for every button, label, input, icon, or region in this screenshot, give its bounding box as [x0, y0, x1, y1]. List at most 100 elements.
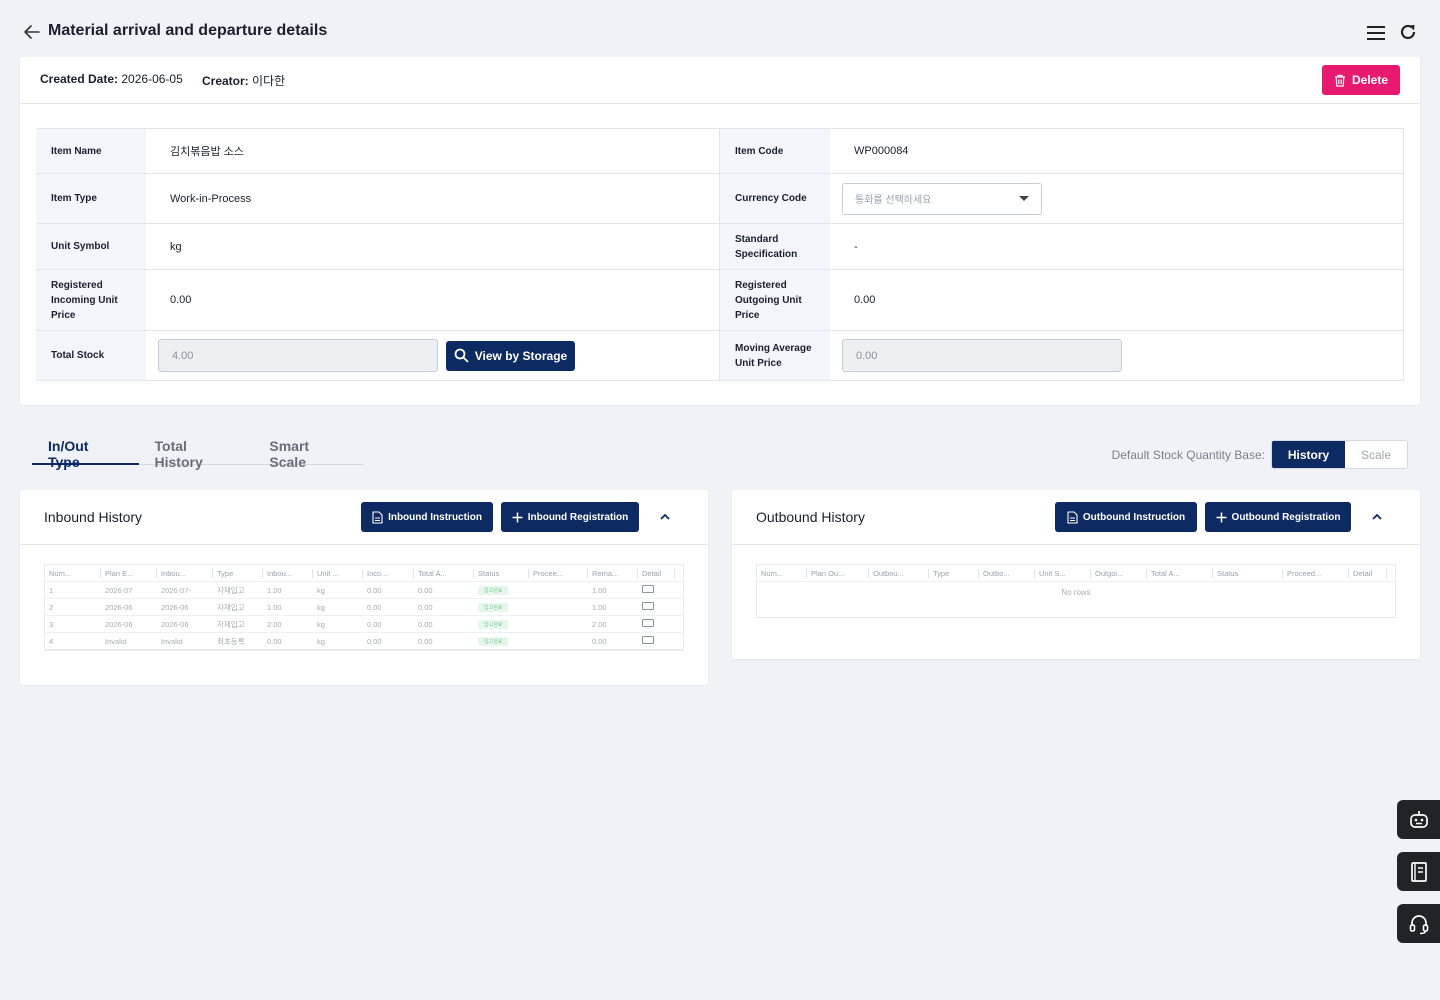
- column-header[interactable]: Inco...: [363, 568, 414, 578]
- table-cell: 3: [49, 619, 54, 629]
- currency-code-label: Currency Code: [720, 174, 830, 223]
- column-header[interactable]: Detail: [638, 568, 675, 578]
- column-header[interactable]: Total A...: [1147, 568, 1213, 578]
- table-cell: 자재입고: [217, 619, 245, 629]
- view-by-storage-button[interactable]: View by Storage: [446, 340, 575, 371]
- column-header[interactable]: Total A...: [414, 568, 474, 578]
- column-header[interactable]: Procee...: [529, 568, 588, 578]
- table-cell: kg: [317, 619, 325, 629]
- menu-icon[interactable]: [1366, 23, 1386, 43]
- inbound-history-title: Inbound History: [44, 509, 143, 525]
- outbound-instruction-button[interactable]: Outbound Instruction: [1055, 502, 1197, 532]
- currency-select[interactable]: 통화를 선택하세요: [842, 182, 1042, 215]
- outgoing-price-label: Registered Outgoing Unit Price: [720, 270, 830, 330]
- detail-card: Created Date: 2026-06-05 Creator: 이다한 De…: [20, 57, 1420, 405]
- moving-average-input: 0.00: [842, 339, 1122, 372]
- column-header[interactable]: Outbo...: [979, 568, 1035, 578]
- tab-in-out-type[interactable]: In/Out Type: [32, 428, 139, 470]
- created-date-value: 2026-06-05: [121, 72, 183, 86]
- table-cell: Invalid: [105, 636, 127, 646]
- delete-label: Delete: [1351, 73, 1389, 87]
- total-stock-cell: 4.00 View by Storage: [146, 331, 720, 380]
- item-type-value: Work-in-Process: [146, 174, 720, 223]
- outgoing-price-value: 0.00: [830, 270, 1404, 330]
- robot-icon: [1409, 810, 1428, 828]
- table-cell: 자재입고: [217, 585, 245, 595]
- inbound-panel-header: Inbound History Inbound Instruction Inbo…: [20, 490, 708, 545]
- table-cell: 0.00: [418, 636, 433, 646]
- inbound-registration-label: Inbound Registration: [527, 511, 629, 523]
- column-header[interactable]: Outbou...: [869, 568, 929, 578]
- chatbot-button[interactable]: [1397, 800, 1440, 839]
- table-cell: 4: [49, 636, 54, 646]
- standard-spec-value: -: [830, 224, 1404, 269]
- table-header-row: Num... Plan Ou... Outbou... Type Outbo... Uni…: [757, 565, 1395, 582]
- row-item-type: Item Type Work-in-Process Currency Code …: [36, 174, 1404, 224]
- stock-base-scale-option[interactable]: Scale: [1345, 441, 1407, 468]
- top-bar: Material arrival and departure details: [0, 0, 1440, 56]
- moving-average-label: Moving Average Unit Price: [720, 331, 830, 380]
- plus-icon: [1216, 512, 1227, 522]
- creator: Creator: 이다한: [202, 72, 285, 89]
- refresh-icon[interactable]: [1398, 22, 1418, 42]
- table-cell: [638, 602, 675, 612]
- info-grid: Item Name 김치볶음밥 소스 Item Code WP000084 It…: [36, 128, 1404, 381]
- column-header[interactable]: Detail: [1349, 568, 1387, 578]
- column-header[interactable]: Plan E...: [101, 568, 157, 578]
- detail-icon[interactable]: [642, 636, 654, 644]
- created-date-label: Created Date:: [40, 72, 119, 86]
- tab-bar: In/Out Type Total History Smart Scale: [32, 428, 364, 470]
- column-header[interactable]: Num...: [45, 568, 101, 578]
- stock-base-history-option[interactable]: History: [1272, 441, 1345, 468]
- inbound-registration-button[interactable]: Inbound Registration: [501, 502, 639, 532]
- table-cell: 2026-06: [161, 619, 189, 629]
- column-header[interactable]: Status: [474, 568, 529, 578]
- column-header[interactable]: Plan Ou...: [807, 568, 869, 578]
- manual-button[interactable]: [1397, 852, 1440, 891]
- stock-base-label: Default Stock Quantity Base:: [1111, 447, 1265, 462]
- column-header[interactable]: Outgoi...: [1091, 568, 1147, 578]
- delete-button[interactable]: Delete: [1322, 65, 1400, 95]
- trash-icon: [1334, 74, 1345, 87]
- inbound-history-panel: Inbound History Inbound Instruction Inbo…: [20, 490, 708, 685]
- column-header[interactable]: Unit S...: [1035, 568, 1091, 578]
- chevron-up-icon[interactable]: [1371, 511, 1383, 523]
- status-badge: 입고완료: [478, 620, 509, 629]
- column-header[interactable]: Type: [213, 568, 263, 578]
- column-header[interactable]: Type: [929, 568, 979, 578]
- incoming-price-value: 0.00: [146, 270, 720, 330]
- column-header[interactable]: Unit ...: [313, 568, 363, 578]
- column-header[interactable]: Inbou...: [157, 568, 213, 578]
- table-cell: 0.00: [418, 585, 433, 595]
- chevron-up-icon[interactable]: [659, 511, 671, 523]
- document-icon: [372, 510, 383, 524]
- created-date: Created Date: 2026-06-05: [40, 72, 183, 86]
- back-arrow-icon[interactable]: [22, 22, 42, 42]
- tab-smart-scale[interactable]: Smart Scale: [253, 428, 364, 470]
- detail-icon[interactable]: [642, 619, 654, 627]
- column-header[interactable]: Inbou...: [263, 568, 313, 578]
- table-cell: 입고완료: [474, 602, 529, 612]
- tab-total-history[interactable]: Total History: [139, 428, 254, 470]
- item-type-label: Item Type: [36, 174, 146, 223]
- column-header[interactable]: Status: [1213, 568, 1283, 578]
- table-row[interactable]: 2 2026-06 2026-06 자재입고 1.00 kg 0.00 0.00 입고완료 1.0…: [45, 599, 683, 616]
- detail-icon[interactable]: [642, 585, 654, 593]
- table-cell: 0.00: [418, 619, 433, 629]
- total-stock-input: 4.00: [158, 339, 438, 372]
- table-row[interactable]: 3 2026-06 2026-06 자재입고 2.00 kg 0.00 0.00 입고완료 2.0…: [45, 616, 683, 633]
- column-header[interactable]: Rema...: [588, 568, 638, 578]
- table-cell: 입고완료: [474, 636, 529, 646]
- detail-icon[interactable]: [642, 602, 654, 610]
- support-button[interactable]: [1397, 904, 1440, 943]
- table-cell: 0.00: [418, 602, 433, 612]
- outbound-registration-button[interactable]: Outbound Registration: [1205, 502, 1351, 532]
- table-cell: 0.00: [367, 585, 382, 595]
- table-cell: 자재입고: [217, 602, 245, 612]
- column-header[interactable]: Num...: [757, 568, 807, 578]
- inbound-instruction-button[interactable]: Inbound Instruction: [361, 502, 493, 532]
- table-row[interactable]: 4 Invalid Invalid 최초등록 0.00 kg 0.00 0.00 입고완료 0.0…: [45, 633, 683, 650]
- column-header[interactable]: Proceed...: [1283, 568, 1349, 578]
- table-cell: 입고완료: [474, 585, 529, 595]
- table-row[interactable]: 1 2026-07 2026-07- 자재입고 1.00 kg 0.00 0.00 입고완료 1.…: [45, 582, 683, 599]
